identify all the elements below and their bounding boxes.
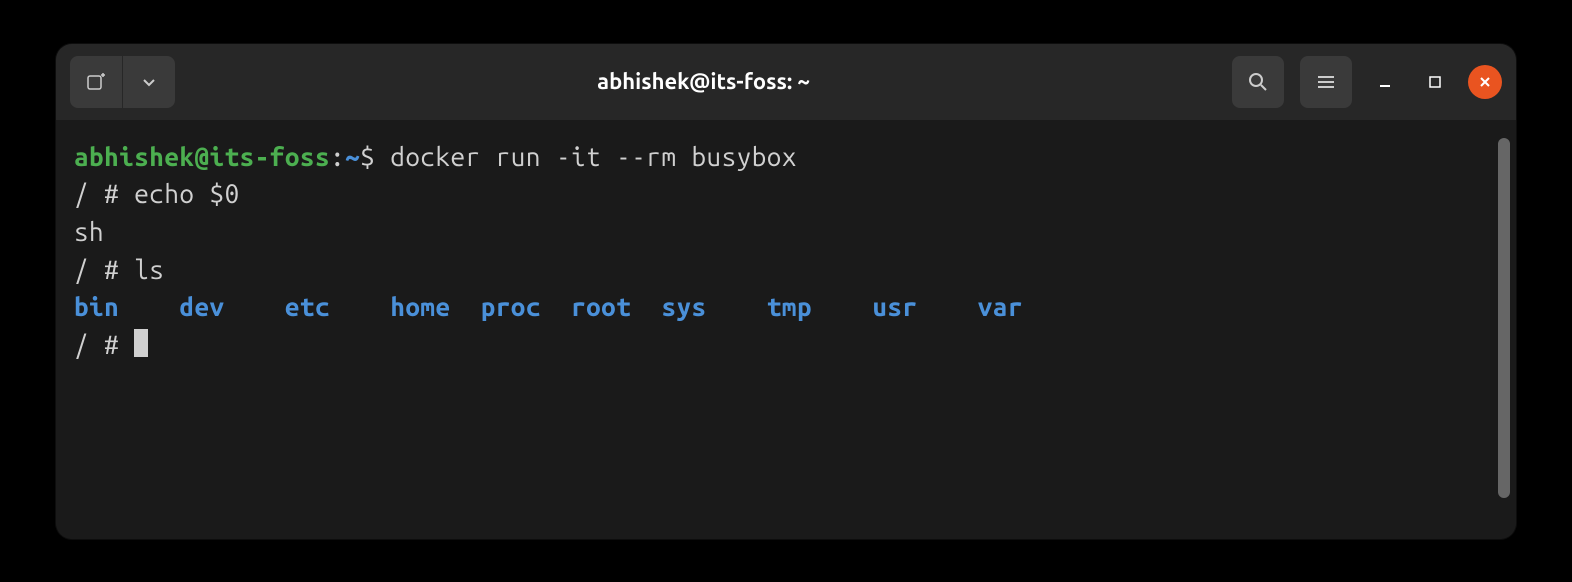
container-prompt: / # (74, 179, 134, 208)
directory-entry: bin (74, 292, 119, 321)
terminal-window: abhishek@its-foss: ~ (56, 44, 1516, 539)
terminal-line: / # (74, 326, 1498, 364)
window-title: abhishek@its-foss: ~ (183, 69, 1224, 94)
directory-entry: proc (481, 292, 541, 321)
scrollbar-thumb[interactable] (1498, 138, 1510, 498)
terminal-line: abhishek@its-foss:~$ docker run -it --rm… (74, 138, 1498, 176)
output: sh (74, 217, 104, 246)
directory-entry: etc (285, 292, 330, 321)
prompt-path: ~ (345, 142, 360, 171)
directory-entry: home (390, 292, 450, 321)
close-icon (1478, 75, 1492, 89)
command: ls (134, 255, 164, 284)
titlebar-left-controls (70, 56, 175, 108)
directory-entry: dev (179, 292, 224, 321)
chevron-down-icon (141, 74, 157, 90)
minimize-icon (1377, 74, 1393, 90)
command: echo $0 (134, 179, 239, 208)
maximize-icon (1428, 75, 1442, 89)
scrollbar[interactable] (1498, 138, 1512, 521)
search-button[interactable] (1232, 56, 1284, 108)
hamburger-icon (1316, 72, 1336, 92)
container-prompt: / # (74, 330, 134, 359)
close-button[interactable] (1468, 65, 1502, 99)
directory-entry: tmp (767, 292, 812, 321)
directory-entry: var (978, 292, 1023, 321)
terminal-content: abhishek@its-foss:~$ docker run -it --rm… (74, 138, 1498, 521)
ls-output-line: bin dev etc home proc root sys tmp usr v… (74, 288, 1498, 326)
tab-dropdown-button[interactable] (123, 56, 175, 108)
prompt-symbol: $ (360, 142, 375, 171)
new-tab-button[interactable] (70, 56, 122, 108)
container-prompt: / # (74, 255, 134, 284)
new-tab-icon (85, 71, 107, 93)
maximize-button[interactable] (1418, 65, 1452, 99)
directory-entry: usr (872, 292, 917, 321)
prompt-sep: : (330, 142, 345, 171)
directory-entry: root (571, 292, 631, 321)
menu-button[interactable] (1300, 56, 1352, 108)
prompt-user: abhishek@its-foss (74, 142, 330, 171)
terminal-body[interactable]: abhishek@its-foss:~$ docker run -it --rm… (56, 120, 1516, 539)
terminal-line: sh (74, 213, 1498, 251)
titlebar-right-controls (1232, 56, 1502, 108)
search-icon (1247, 71, 1269, 93)
terminal-line: / # echo $0 (74, 175, 1498, 213)
titlebar: abhishek@its-foss: ~ (56, 44, 1516, 120)
cursor (134, 329, 148, 357)
directory-entry: sys (661, 292, 706, 321)
terminal-line: / # ls (74, 251, 1498, 289)
minimize-button[interactable] (1368, 65, 1402, 99)
command: docker run -it --rm busybox (390, 142, 797, 171)
